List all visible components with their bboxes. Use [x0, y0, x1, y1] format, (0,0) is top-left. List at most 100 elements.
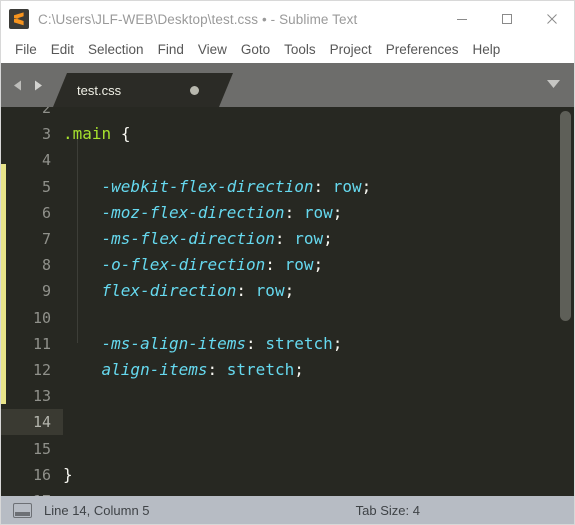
code-line[interactable]: 2 — [1, 107, 574, 121]
code-token-prop: align-items — [101, 359, 208, 379]
unsaved-changes-marker — [1, 164, 6, 404]
tab-bar: test.css — [1, 63, 574, 107]
line-number-gutter: 16 — [1, 462, 63, 488]
code-token-punct: : — [284, 202, 295, 222]
code-text: .main { — [63, 121, 130, 147]
code-token-punct: : — [207, 359, 218, 379]
line-number: 2 — [41, 107, 51, 118]
code-editor[interactable]: 2 3 .main {4 5 -webkit-flex-direction: row;… — [1, 107, 574, 496]
window-title: C:\Users\JLF-WEB\Desktop\test.css • - Su… — [38, 11, 358, 27]
close-icon[interactable] — [529, 1, 574, 37]
line-number-gutter: 15 — [1, 435, 63, 461]
code-line[interactable]: 14 — [1, 409, 574, 436]
code-token-val: row — [284, 255, 314, 275]
vertical-scrollbar[interactable] — [560, 111, 571, 492]
code-line[interactable]: 4 — [1, 147, 574, 173]
line-number-gutter: 6 — [1, 200, 63, 226]
sublime-text-window: C:\Users\JLF-WEB\Desktop\test.css • - Su… — [0, 0, 575, 525]
line-number-gutter: 12 — [1, 357, 63, 383]
code-line[interactable]: 11 -ms-align-items: stretch; — [1, 331, 574, 357]
line-number-gutter: 7 — [1, 226, 63, 252]
tab-modified-indicator-icon[interactable] — [190, 86, 199, 95]
menu-item-tools[interactable]: Tools — [277, 40, 323, 60]
code-line[interactable]: 7 -ms-flex-direction: row; — [1, 226, 574, 252]
menu-item-selection[interactable]: Selection — [81, 40, 151, 60]
minimize-icon[interactable] — [439, 1, 484, 37]
line-number: 13 — [32, 387, 51, 406]
menu-item-goto[interactable]: Goto — [234, 40, 277, 60]
line-number-gutter: 10 — [1, 305, 63, 331]
line-number-gutter: 2 — [1, 107, 63, 121]
maximize-icon[interactable] — [484, 1, 529, 37]
code-token-val: row — [294, 228, 324, 248]
code-line[interactable]: 12 align-items: stretch; — [1, 357, 574, 383]
menu-bar: File Edit Selection Find View Goto Tools… — [1, 37, 574, 63]
line-number-gutter: 14 — [1, 409, 63, 436]
code-token-prop: -ms-align-items — [101, 333, 247, 353]
code-token-punct: : — [313, 176, 324, 196]
code-token-punct: ; — [323, 228, 333, 248]
line-number-gutter: 9 — [1, 278, 63, 304]
status-bar: Line 14, Column 5 Tab Size: 4 — [1, 496, 574, 524]
code-token-punct: ; — [332, 202, 343, 222]
code-line[interactable]: 13 — [1, 383, 574, 409]
menu-item-edit[interactable]: Edit — [44, 40, 81, 60]
code-text: -moz-flex-direction: row; — [63, 200, 343, 226]
code-token-punct: : — [274, 228, 285, 248]
line-number: 14 — [32, 413, 51, 432]
chevron-down-icon — [546, 80, 560, 88]
code-line[interactable]: 6 -moz-flex-direction: row; — [1, 200, 574, 226]
code-token-prop: -moz-flex-direction — [101, 202, 285, 222]
code-text: -ms-align-items: stretch; — [63, 331, 343, 357]
menu-item-find[interactable]: Find — [151, 40, 191, 60]
code-token-punct: ; — [313, 255, 324, 275]
line-number: 17 — [33, 492, 51, 496]
code-token-punct: : — [246, 333, 256, 353]
menu-item-help[interactable]: Help — [466, 40, 508, 60]
line-number: 5 — [41, 177, 51, 196]
menu-item-view[interactable]: View — [191, 40, 234, 60]
arrow-right-icon[interactable] — [30, 78, 45, 93]
menu-item-project[interactable]: Project — [323, 40, 379, 60]
code-line[interactable]: 9 flex-direction: row; — [1, 278, 574, 304]
code-token-punct: : — [265, 255, 275, 275]
sidebar-toggle-icon[interactable] — [13, 502, 32, 518]
tab-navigation — [1, 78, 53, 107]
code-token-punct: } — [63, 464, 73, 484]
code-token-prop: -ms-flex-direction — [101, 228, 275, 248]
code-token-val: row — [255, 281, 285, 301]
line-number: 10 — [32, 308, 51, 327]
code-line[interactable]: 15 — [1, 435, 574, 461]
code-line[interactable]: 5 -webkit-flex-direction: row; — [1, 174, 574, 200]
menu-item-preferences[interactable]: Preferences — [379, 40, 466, 60]
code-lines: 2 3 .main {4 5 -webkit-flex-direction: row;… — [1, 107, 574, 496]
code-token-val: row — [332, 176, 362, 196]
line-number: 8 — [41, 256, 51, 275]
arrow-left-icon[interactable] — [11, 78, 26, 93]
tab-test-css[interactable]: test.css — [53, 73, 233, 107]
tab-list-menu-button[interactable] — [542, 73, 564, 95]
code-line[interactable]: 10 — [1, 305, 574, 331]
sublime-text-logo-icon — [9, 9, 29, 29]
code-line[interactable]: 16} — [1, 462, 574, 488]
code-line[interactable]: 8 -o-flex-direction: row; — [1, 252, 574, 278]
scrollbar-thumb[interactable] — [560, 111, 571, 321]
tab-size-label[interactable]: Tab Size: 4 — [356, 503, 420, 518]
line-number-gutter: 3 — [1, 121, 63, 147]
menu-item-file[interactable]: File — [8, 40, 44, 60]
code-text: -webkit-flex-direction: row; — [63, 174, 372, 200]
code-token-punct: ; — [332, 333, 343, 353]
code-line[interactable]: 3 .main { — [1, 121, 574, 147]
code-line[interactable]: 17 — [1, 488, 574, 496]
